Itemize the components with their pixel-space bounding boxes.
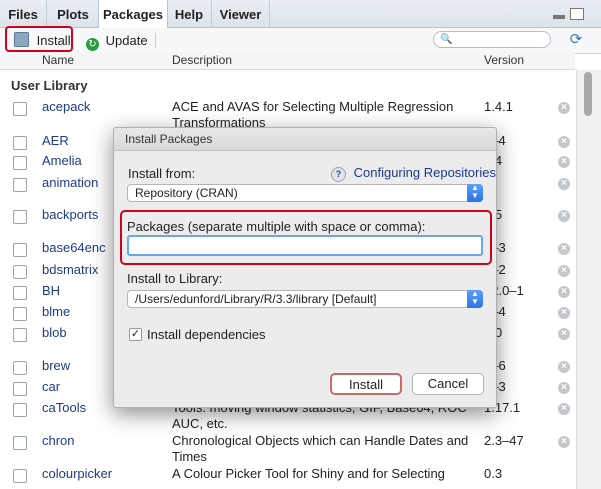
- remove-package-icon[interactable]: ×: [558, 382, 570, 394]
- package-checkbox[interactable]: [13, 136, 27, 150]
- package-checkbox[interactable]: [13, 178, 27, 192]
- configuring-repositories-link[interactable]: ? Configuring Repositories: [331, 165, 496, 182]
- package-name[interactable]: caTools: [42, 400, 86, 415]
- refresh-icon[interactable]: ⟳: [568, 32, 584, 48]
- package-name[interactable]: chron: [42, 433, 75, 448]
- package-name[interactable]: car: [42, 379, 60, 394]
- install-from-label: Install from:: [128, 166, 196, 181]
- remove-package-icon[interactable]: ×: [558, 286, 570, 298]
- package-version: 0.3: [484, 466, 503, 481]
- pane-tab-bar: Files Plots Packages Help Viewer: [0, 0, 601, 28]
- package-name[interactable]: brew: [42, 358, 70, 373]
- tab-help[interactable]: Help: [167, 0, 212, 27]
- package-name[interactable]: animation: [42, 175, 98, 190]
- remove-package-icon[interactable]: ×: [558, 210, 570, 222]
- package-checkbox[interactable]: [13, 361, 27, 375]
- help-question-icon: ?: [331, 167, 346, 182]
- column-description[interactable]: Description: [172, 53, 232, 67]
- install-highlight-box: [5, 26, 73, 52]
- remove-package-icon[interactable]: ×: [558, 328, 570, 340]
- package-checkbox[interactable]: [13, 243, 27, 257]
- search-input[interactable]: 🔍: [433, 31, 551, 48]
- list-scrollbar[interactable]: [576, 70, 601, 489]
- package-checkbox[interactable]: [13, 156, 27, 170]
- remove-package-icon[interactable]: ×: [558, 178, 570, 190]
- remove-package-icon[interactable]: ×: [558, 243, 570, 255]
- select-arrows-icon: ▲ ▼: [467, 184, 483, 202]
- tab-files[interactable]: Files: [0, 0, 47, 27]
- toolbar-divider: [155, 33, 156, 48]
- install-from-select[interactable]: Repository (CRAN) ▲ ▼: [127, 184, 483, 202]
- package-name[interactable]: Amelia: [42, 153, 82, 168]
- package-name[interactable]: blme: [42, 304, 70, 319]
- remove-package-icon[interactable]: ×: [558, 136, 570, 148]
- install-to-library-label: Install to Library:: [127, 271, 223, 286]
- packages-input[interactable]: [127, 235, 483, 256]
- package-version: 2.3–47: [484, 433, 524, 448]
- package-name[interactable]: acepack: [42, 99, 90, 114]
- package-checkbox[interactable]: [13, 307, 27, 321]
- package-name[interactable]: colourpicker: [42, 466, 112, 481]
- dialog-cancel-button[interactable]: Cancel: [412, 373, 484, 395]
- package-name[interactable]: bdsmatrix: [42, 262, 98, 277]
- tab-plots[interactable]: Plots: [47, 0, 100, 27]
- package-checkbox[interactable]: [13, 265, 27, 279]
- scrollbar-thumb[interactable]: [584, 72, 592, 116]
- remove-package-icon[interactable]: ×: [558, 156, 570, 168]
- update-refresh-icon: ↻: [86, 38, 99, 51]
- package-name[interactable]: blob: [42, 325, 67, 340]
- remove-package-icon[interactable]: ×: [558, 403, 570, 415]
- remove-package-icon[interactable]: ×: [558, 436, 570, 448]
- package-checkbox[interactable]: [13, 210, 27, 224]
- remove-package-icon[interactable]: ×: [558, 307, 570, 319]
- table-header: Name Description Version: [0, 52, 575, 70]
- install-to-library-select[interactable]: /Users/edunford/Library/R/3.3/library [D…: [127, 290, 483, 308]
- packages-label: Packages (separate multiple with space o…: [127, 219, 426, 234]
- package-name[interactable]: AER: [42, 133, 69, 148]
- dialog-title: Install Packages: [125, 132, 213, 146]
- package-checkbox[interactable]: [13, 382, 27, 396]
- package-description: Chronological Objects which can Handle D…: [172, 433, 469, 464]
- package-name[interactable]: backports: [42, 207, 98, 222]
- dialog-install-button[interactable]: Install: [330, 373, 402, 395]
- package-checkbox[interactable]: [13, 436, 27, 450]
- package-checkbox[interactable]: [13, 102, 27, 116]
- update-button-label: Update: [105, 33, 148, 48]
- install-dependencies-label[interactable]: Install dependencies: [147, 327, 266, 342]
- package-description: A Colour Picker Tool for Shiny and for S…: [172, 466, 445, 481]
- update-button[interactable]: ↻ Update: [86, 32, 148, 51]
- package-checkbox[interactable]: [13, 469, 27, 483]
- package-name[interactable]: BH: [42, 283, 60, 298]
- library-path-value: /Users/edunford/Library/R/3.3/library [D…: [135, 292, 377, 306]
- package-checkbox[interactable]: [13, 286, 27, 300]
- remove-package-icon[interactable]: ×: [558, 265, 570, 277]
- remove-package-icon[interactable]: ×: [558, 361, 570, 373]
- install-from-value: Repository (CRAN): [135, 186, 238, 200]
- minimize-icon[interactable]: [553, 15, 565, 19]
- select-arrows-icon: ▲ ▼: [467, 290, 483, 308]
- checkmark-icon: ✓: [130, 328, 141, 340]
- column-name[interactable]: Name: [42, 53, 74, 67]
- configuring-repositories-label: Configuring Repositories: [353, 165, 496, 180]
- package-version: 1.4.1: [484, 99, 513, 114]
- remove-package-icon[interactable]: ×: [558, 102, 570, 114]
- package-checkbox[interactable]: [13, 328, 27, 342]
- column-version[interactable]: Version: [484, 53, 524, 67]
- search-icon: 🔍: [440, 34, 453, 45]
- tab-packages[interactable]: Packages: [98, 0, 168, 28]
- install-dependencies-checkbox[interactable]: ✓: [129, 328, 142, 341]
- install-packages-dialog: Install Packages Install from: ? Configu…: [113, 127, 497, 408]
- package-name[interactable]: base64enc: [42, 240, 106, 255]
- package-checkbox[interactable]: [13, 403, 27, 417]
- maximize-icon[interactable]: [570, 8, 584, 20]
- section-title: User Library: [11, 78, 88, 93]
- tab-viewer[interactable]: Viewer: [212, 0, 270, 27]
- dialog-title-bar[interactable]: Install Packages: [114, 128, 496, 151]
